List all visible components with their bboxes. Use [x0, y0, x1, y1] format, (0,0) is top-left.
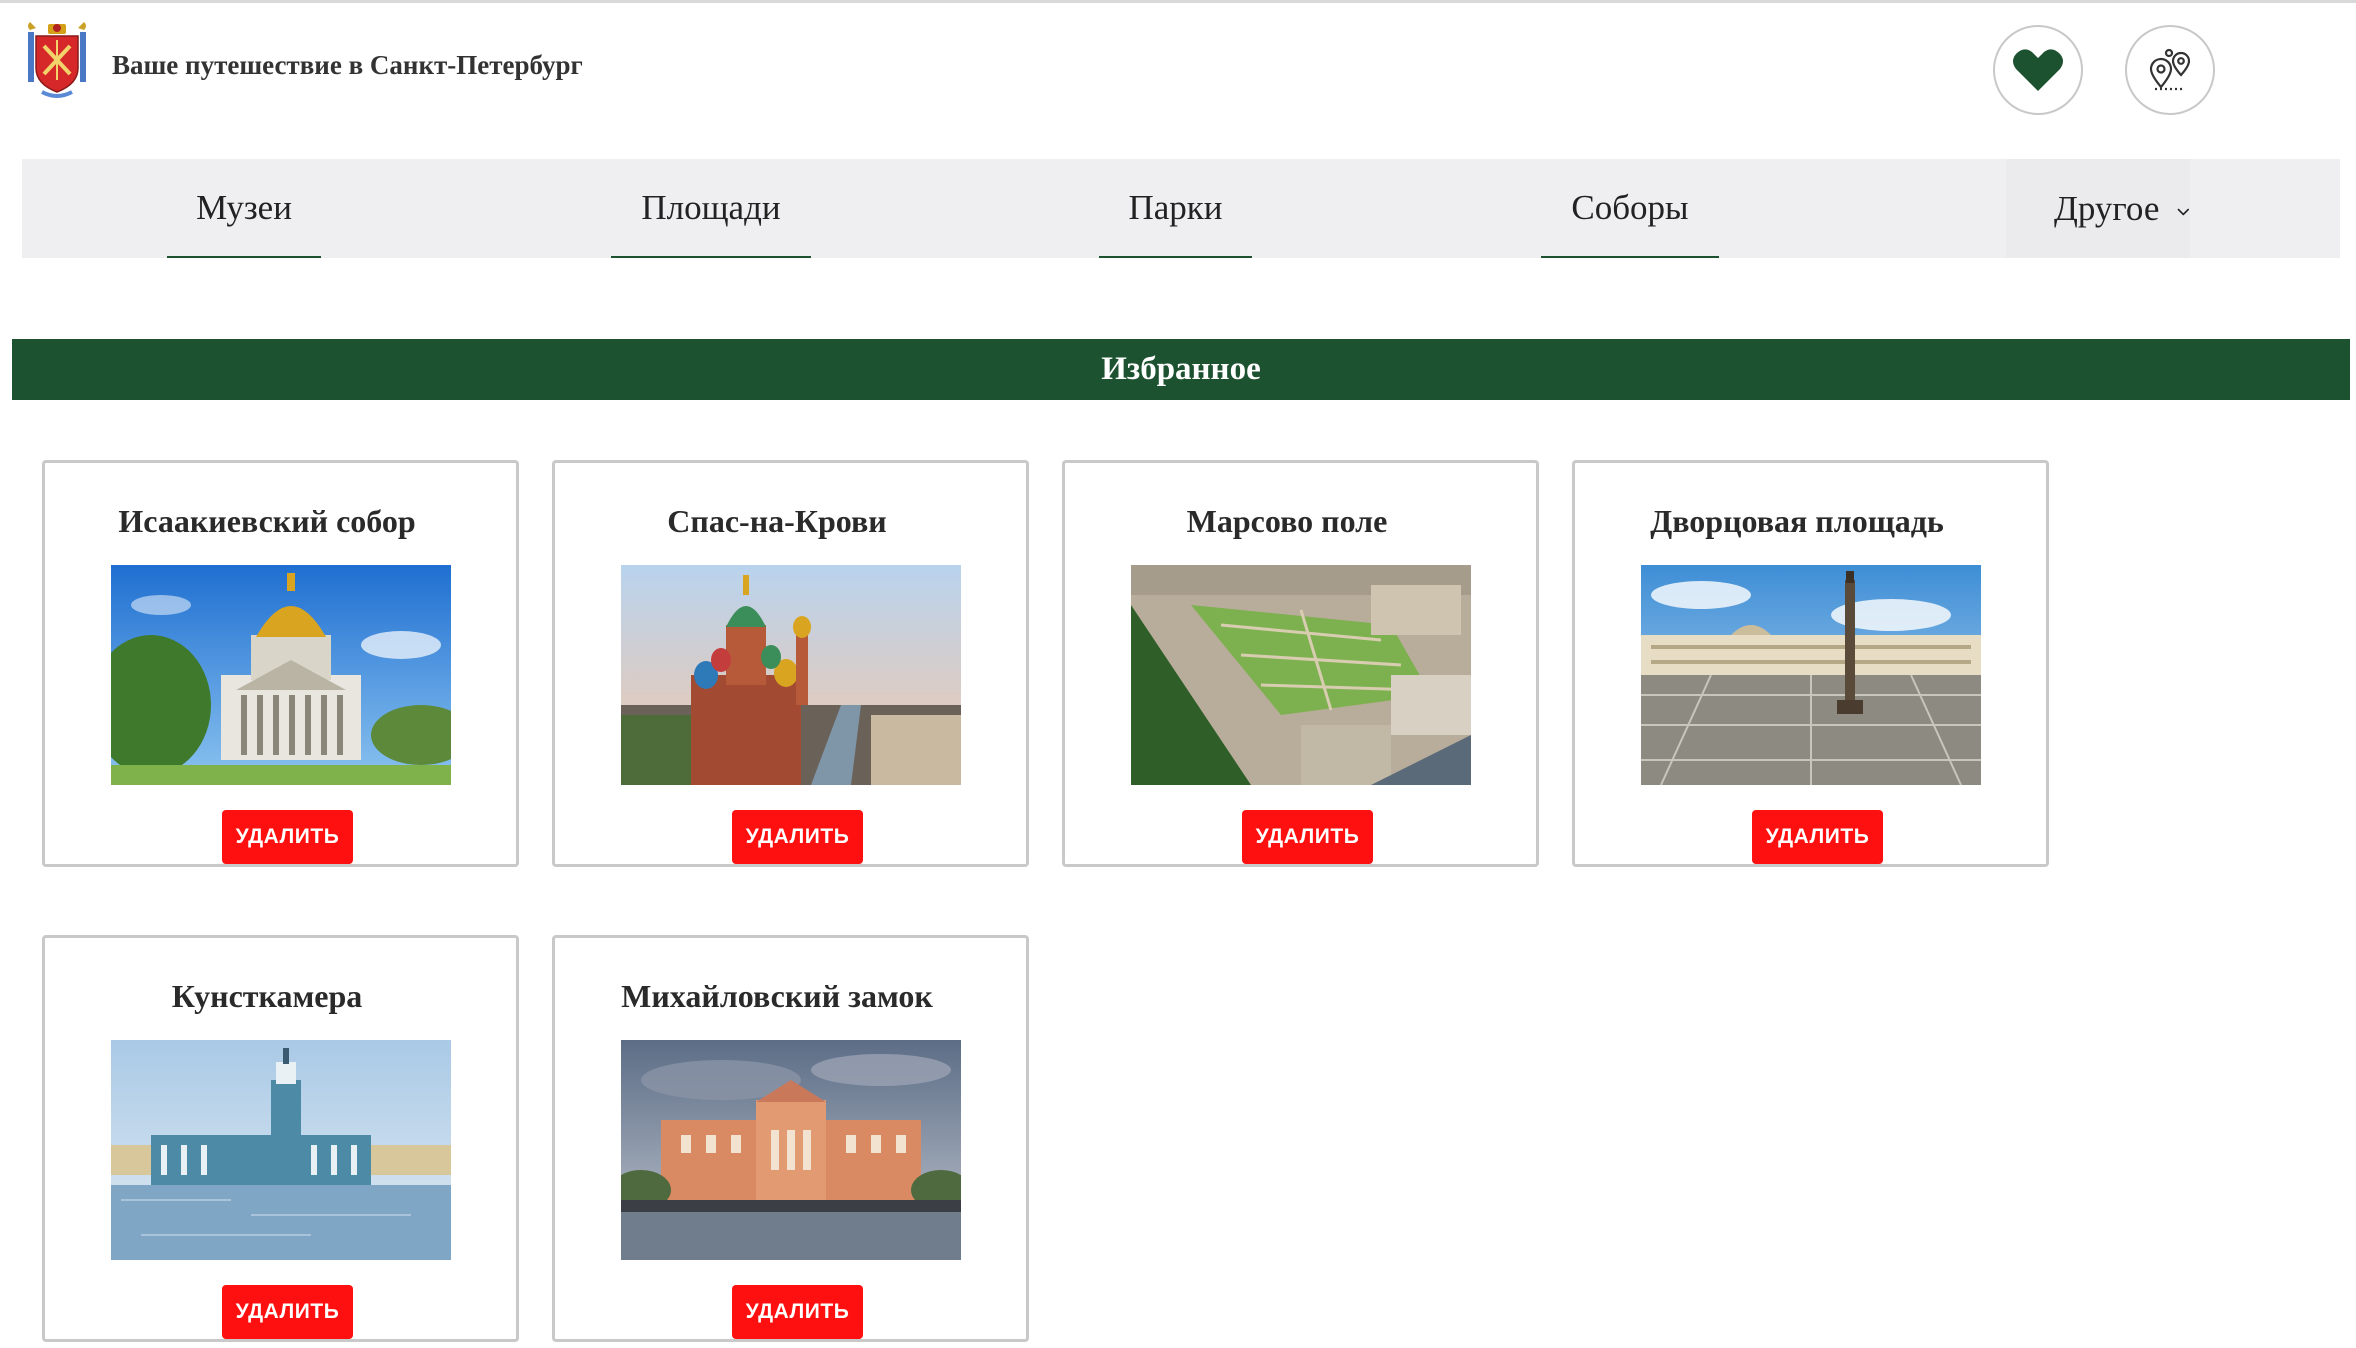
kunstkamera-photo[interactable] [111, 1040, 451, 1260]
delete-button[interactable]: УДАЛИТЬ [222, 810, 353, 864]
delete-button[interactable]: УДАЛИТЬ [732, 1285, 863, 1339]
favorite-card: Марсово поле УДАЛИТЬ [1062, 460, 1539, 867]
site-title[interactable]: Ваше путешествие в Санкт-Петербург [112, 50, 583, 81]
card-title[interactable]: Марсово поле [1065, 503, 1509, 540]
nav-item-museums[interactable]: Музеи [167, 159, 321, 258]
favorite-card: Спас-на-Крови УДАЛИТЬ [552, 460, 1029, 867]
card-title[interactable]: Дворцовая площадь [1575, 503, 2019, 540]
delete-button[interactable]: УДАЛИТЬ [1242, 810, 1373, 864]
isaac-cathedral-photo[interactable] [111, 565, 451, 785]
nav-item-cathedrals[interactable]: Соборы [1541, 159, 1719, 258]
card-title[interactable]: Исаакиевский собор [45, 503, 489, 540]
spb-coat-of-arms-icon[interactable] [22, 22, 92, 100]
map-pins-icon [2149, 48, 2191, 91]
nav-item-parks[interactable]: Парки [1099, 159, 1252, 258]
heart-icon [2013, 49, 2063, 91]
card-title[interactable]: Кунсткамера [45, 978, 489, 1015]
favorite-card: Дворцовая площадь УДАЛИТЬ [1572, 460, 2049, 867]
delete-button[interactable]: УДАЛИТЬ [732, 810, 863, 864]
field-of-mars-photo[interactable] [1131, 565, 1471, 785]
card-title[interactable]: Михайловский замок [555, 978, 999, 1015]
section-title: Избранное [1101, 351, 1261, 387]
favorites-button[interactable] [1993, 25, 2083, 115]
delete-button[interactable]: УДАЛИТЬ [1752, 810, 1883, 864]
favorite-card: Исаакиевский собор УДАЛИТЬ [42, 460, 519, 867]
delete-button[interactable]: УДАЛИТЬ [222, 1285, 353, 1339]
favorite-card: Кунсткамера УДАЛИТЬ [42, 935, 519, 1342]
category-nav: Музеи Площади Парки Соборы Другое [22, 159, 2340, 258]
card-title[interactable]: Спас-на-Крови [555, 503, 999, 540]
favorites-banner: Избранное [12, 339, 2350, 400]
top-divider [0, 0, 2356, 3]
nav-item-squares[interactable]: Площади [611, 159, 811, 258]
nav-other-label: Другое [2054, 188, 2160, 228]
chevron-down-icon [2177, 208, 2190, 215]
palace-square-photo[interactable] [1641, 565, 1981, 785]
nav-other-dropdown[interactable]: Другое [2006, 159, 2190, 258]
savior-on-blood-photo[interactable] [621, 565, 961, 785]
mikhailovsky-castle-photo[interactable] [621, 1040, 961, 1260]
route-button[interactable] [2125, 25, 2215, 115]
favorite-card: Михайловский замок УДАЛИТЬ [552, 935, 1029, 1342]
